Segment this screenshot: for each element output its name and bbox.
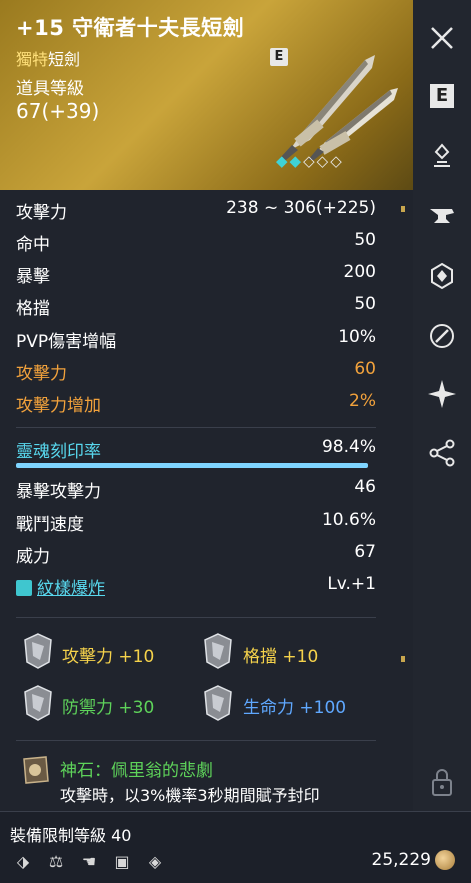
- stat-value: 10.6%: [321, 510, 376, 530]
- stat-label: 暴擊: [16, 267, 50, 287]
- soul-row: 靈魂刻印率 98.4%: [16, 437, 376, 465]
- diamond-filled-icon: ◆: [276, 152, 290, 170]
- scale-icon: ⚖: [48, 852, 64, 871]
- divider: [16, 617, 376, 618]
- stat-value: 238 ~ 306(+225): [226, 198, 376, 218]
- godstone-icon: [23, 756, 49, 784]
- footer-icons: ⬗ ⚖ ☚ ▣ ◈: [12, 852, 177, 874]
- bonus-stat-row: 攻擊力 60: [16, 359, 376, 387]
- dagger-icon: [280, 55, 398, 160]
- stat-value: 60: [354, 359, 376, 379]
- godstone-name: 神石：佩里翁的悲劇: [60, 761, 213, 781]
- item-type: 獨特短劍: [16, 46, 80, 70]
- scroll-top-marker: [401, 206, 405, 212]
- manastone-text: 格擋 +10: [243, 647, 319, 667]
- stat-label: 格擋: [16, 299, 50, 319]
- enchant-e-icon[interactable]: E: [426, 80, 458, 112]
- stat-value: 46: [354, 477, 376, 497]
- tradeable-icon: ⬗: [16, 852, 30, 871]
- share-icon[interactable]: [426, 437, 458, 469]
- stat-row: 攻擊力 238 ~ 306(+225): [16, 198, 376, 226]
- manastone-text: 生命力 +100: [243, 698, 347, 718]
- manastone-icon: [204, 685, 232, 721]
- godstone-desc: 攻擊時，以3%機率3秒期間賦予封印: [60, 786, 320, 805]
- manastone-stat: 生命力 +100: [243, 693, 346, 718]
- scroll-bottom-marker: [401, 656, 405, 662]
- stat-label: 暴擊攻擊力: [16, 482, 101, 502]
- plus-box-icon: ▣: [114, 852, 130, 871]
- anvil-icon[interactable]: [426, 200, 458, 232]
- item-title: +15 守衛者十夫長短劍: [16, 16, 245, 40]
- footer: 裝備限制等級 40 ⬗ ⚖ ☚ ▣ ◈ 25,229: [0, 811, 471, 883]
- coin-icon: [435, 850, 455, 870]
- soul-stat-row: 暴擊攻擊力 46: [16, 477, 376, 505]
- level-limit: 裝備限制等級 40: [10, 826, 132, 845]
- stat-label: PVP傷害增幅: [16, 332, 117, 352]
- stat-value: 200: [343, 262, 376, 282]
- divider: [16, 740, 376, 741]
- item-level-label: 道具等級: [16, 79, 84, 99]
- pattern-value: Lv.+1: [327, 574, 376, 594]
- gold-value: 25,229: [371, 850, 431, 870]
- stat-label: 命中: [16, 235, 50, 255]
- stat-label: 戰鬥速度: [16, 515, 84, 535]
- soul-stat-row: 威力 67: [16, 542, 376, 570]
- side-toolbar: E: [413, 0, 471, 811]
- manastone-stat: 防禦力 +30: [62, 693, 154, 718]
- soul-stat-row: 戰鬥速度 10.6%: [16, 510, 376, 538]
- item-header: +15 守衛者十夫長短劍 獨特短劍 道具等級 67(+39) E ◆◆◇◇◇: [0, 0, 413, 190]
- item-weapon-type: 短劍: [48, 50, 81, 69]
- stat-value: 50: [354, 230, 376, 250]
- gold-amount: 25,229: [372, 850, 455, 870]
- stat-label: 攻擊力: [16, 203, 67, 223]
- bonus-stat-row: 攻擊力增加 2%: [16, 391, 376, 419]
- stat-label: 攻擊力: [16, 364, 67, 384]
- manastone-icon: [204, 633, 232, 669]
- stat-value: 2%: [349, 391, 376, 411]
- pattern-label: 紋樣爆炸: [37, 579, 105, 599]
- pattern-row[interactable]: 紋樣爆炸 Lv.+1: [16, 574, 376, 602]
- stat-label: 威力: [16, 547, 50, 567]
- link-icon[interactable]: [426, 320, 458, 352]
- stat-row: PVP傷害增幅 10%: [16, 327, 376, 355]
- diamond-empty-icon: ◇: [303, 152, 317, 170]
- diamond-empty-icon: ◇: [330, 152, 344, 170]
- altar-icon[interactable]: [426, 140, 458, 172]
- stat-value: 10%: [338, 327, 376, 347]
- divider: [16, 427, 376, 428]
- manastone-icon: [24, 633, 52, 669]
- stat-row: 格擋 50: [16, 294, 376, 322]
- star-burst-icon[interactable]: [426, 378, 458, 410]
- pattern-label-wrap: 紋樣爆炸: [16, 574, 105, 599]
- scrollbar[interactable]: [401, 200, 405, 670]
- close-icon[interactable]: [426, 22, 458, 54]
- stat-label: 攻擊力增加: [16, 396, 101, 416]
- hand-icon: ☚: [81, 852, 97, 871]
- lock-icon[interactable]: [426, 766, 458, 798]
- manastone-text: 防禦力 +30: [62, 698, 155, 718]
- manastone-icon: [24, 685, 52, 721]
- pattern-icon: [16, 580, 32, 596]
- soul-label: 靈魂刻印率: [16, 442, 101, 462]
- stat-row: 暴擊 200: [16, 262, 376, 290]
- item-level-value: 67(+39): [16, 99, 100, 123]
- stat-row: 命中 50: [16, 230, 376, 258]
- manastone-stat: 攻擊力 +10: [62, 642, 154, 667]
- soul-value: 98.4%: [321, 437, 376, 457]
- stat-value: 50: [354, 294, 376, 314]
- item-tooltip: +15 守衛者十夫長短劍 獨特短劍 道具等級 67(+39) E ◆◆◇◇◇ 攻…: [0, 0, 413, 811]
- diamond-icon: ◈: [148, 852, 162, 871]
- crystal-icon[interactable]: [426, 260, 458, 292]
- stat-value: 67: [354, 542, 376, 562]
- enchant-diamonds: ◆◆◇◇◇: [276, 152, 344, 170]
- manastone-stat: 格擋 +10: [243, 642, 318, 667]
- item-rarity: 獨特: [16, 50, 49, 69]
- manastone-text: 攻擊力 +10: [62, 647, 155, 667]
- diamond-empty-icon: ◇: [316, 152, 331, 170]
- soul-progress-bar: [16, 463, 368, 468]
- diamond-filled-icon: ◆: [289, 152, 304, 170]
